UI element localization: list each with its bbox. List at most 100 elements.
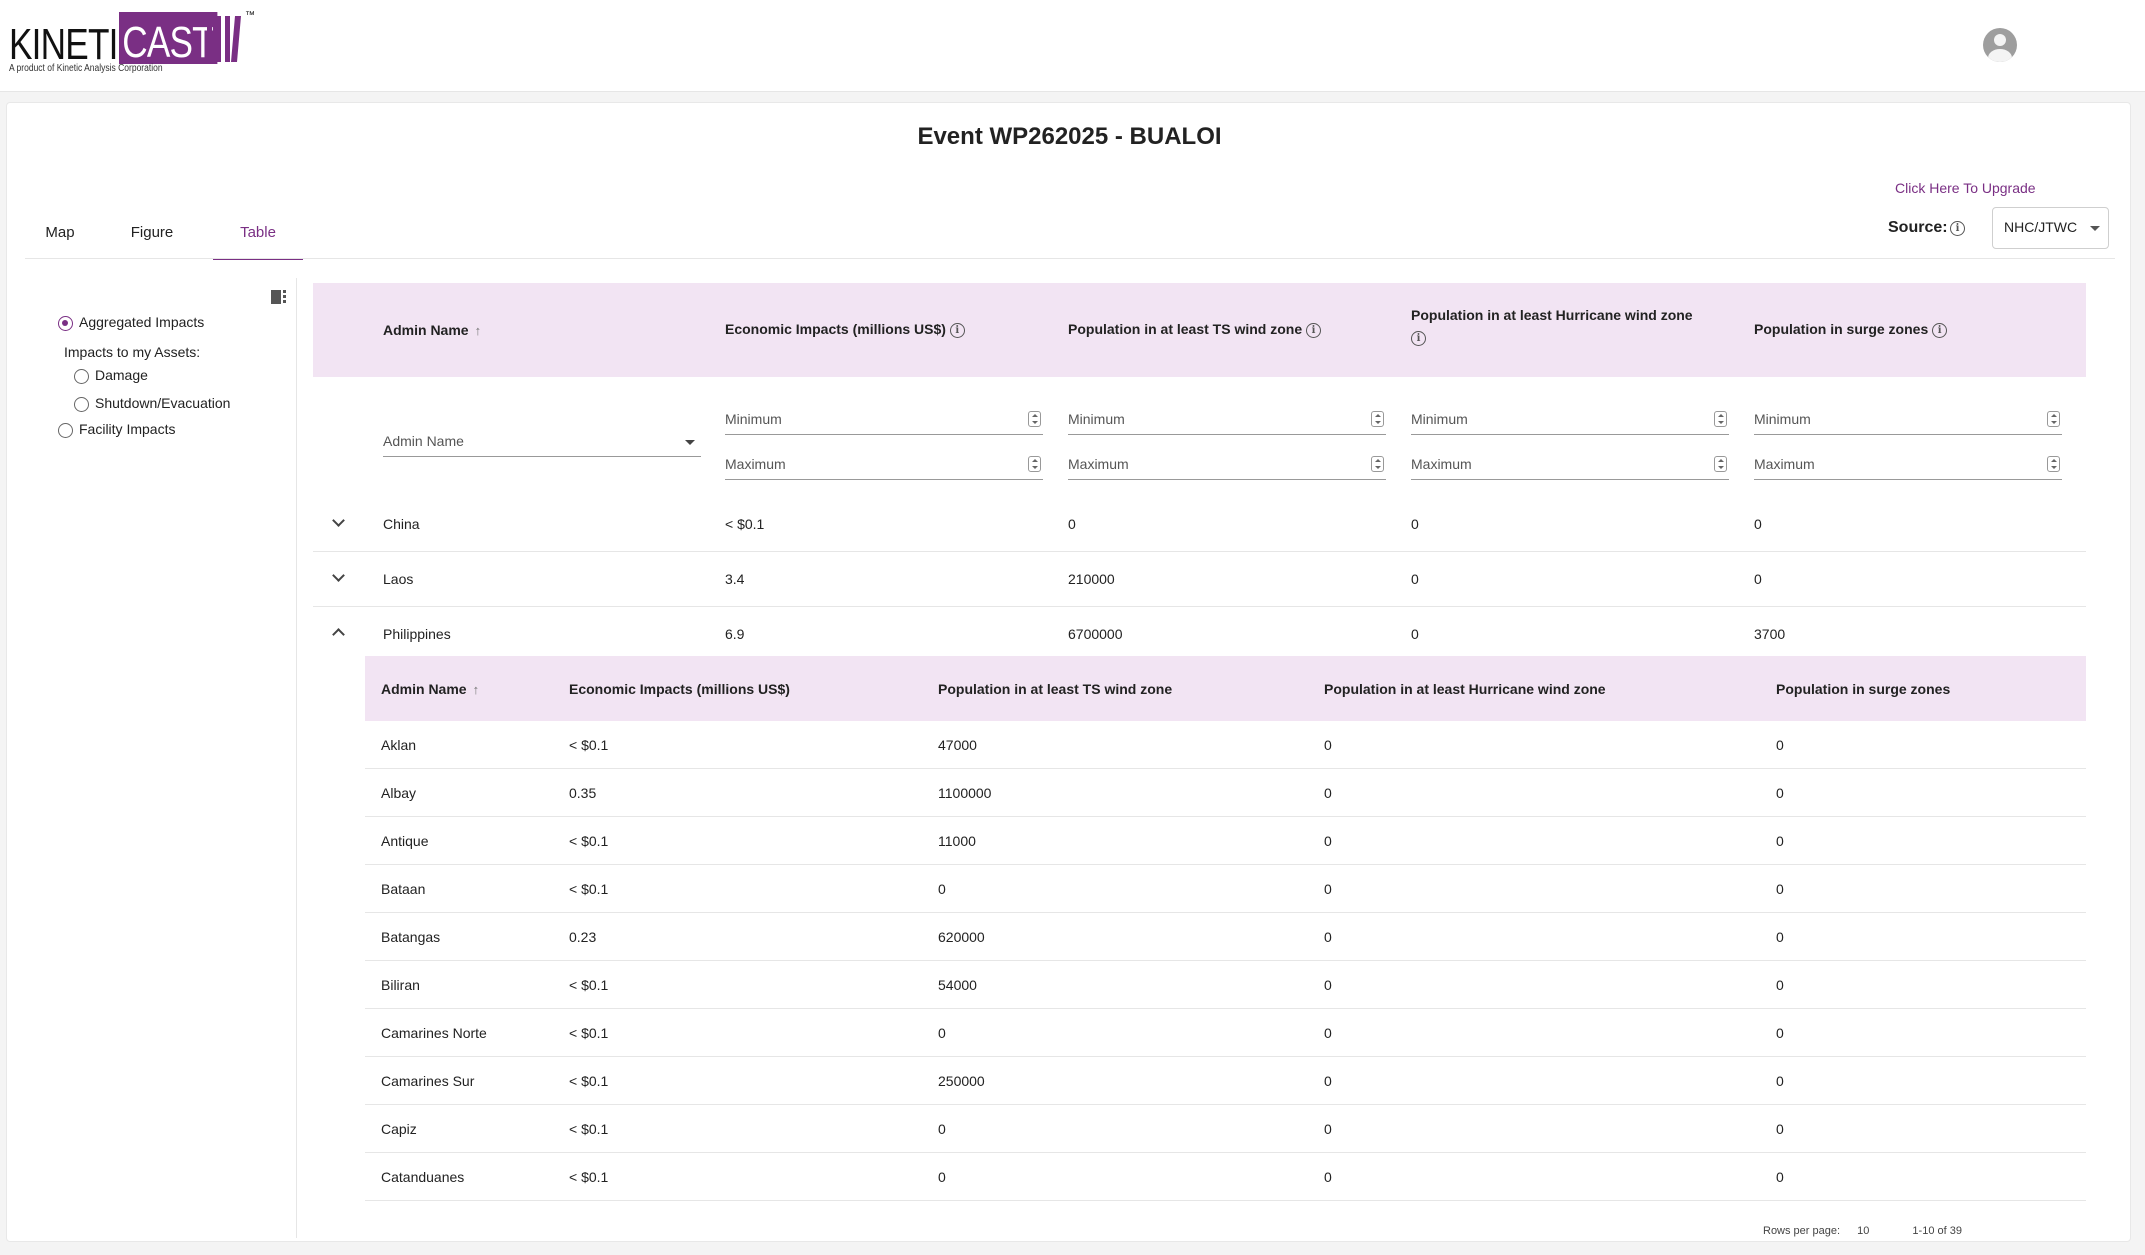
subtable-cell-name: Camarines Sur bbox=[381, 1073, 475, 1089]
subtable-cell-surge: 0 bbox=[1776, 1073, 1784, 1089]
subtable-cell-hurricane: 0 bbox=[1324, 1121, 1332, 1137]
subtable-header: Admin Name ↑ Economic Impacts (millions U… bbox=[365, 656, 2086, 721]
source-select[interactable]: NHC/JTWC bbox=[1992, 207, 2109, 249]
subtable-cell-ts: 47000 bbox=[938, 737, 977, 753]
stepper-icon[interactable] bbox=[2047, 456, 2060, 472]
stepper-icon[interactable] bbox=[1371, 456, 1384, 472]
header-economic-impacts[interactable]: Economic Impacts (millions US$) i bbox=[725, 319, 965, 339]
rows-per-page-select[interactable]: 10 bbox=[1857, 1225, 1869, 1237]
subtable-cell-hurricane: 0 bbox=[1324, 977, 1332, 993]
kineticast-logo[interactable]: KINETI CAST ™ A product of Kinetic Analy… bbox=[9, 10, 269, 82]
tab-figure[interactable]: Figure bbox=[107, 206, 197, 260]
surge-min-input[interactable]: Minimum bbox=[1754, 409, 2062, 435]
sort-arrow-up-icon: ↑ bbox=[472, 682, 480, 697]
subtable-cell-hurricane: 0 bbox=[1324, 785, 1332, 801]
subheader-economic-impacts[interactable]: Economic Impacts (millions US$) bbox=[569, 679, 790, 699]
subtable-cell-hurricane: 0 bbox=[1324, 929, 1332, 945]
subtable-row: Aklan < $0.1 47000 0 0 bbox=[365, 721, 2086, 769]
header-hurricane-wind-zone[interactable]: Population in at least Hurricane wind zo… bbox=[1411, 305, 1711, 346]
radio-aggregated-impacts[interactable]: Aggregated Impacts bbox=[58, 314, 204, 331]
subtable-cell-ts: 54000 bbox=[938, 977, 977, 993]
admin-name-filter[interactable]: Admin Name bbox=[383, 431, 701, 457]
subtable-row: Biliran < $0.1 54000 0 0 bbox=[365, 961, 2086, 1009]
logo-bars-icon bbox=[207, 16, 241, 62]
hurricane-max-input[interactable]: Maximum bbox=[1411, 454, 1729, 480]
subtable-row: Bataan < $0.1 0 0 0 bbox=[365, 865, 2086, 913]
stepper-icon[interactable] bbox=[1371, 411, 1384, 427]
stepper-icon[interactable] bbox=[1028, 456, 1041, 472]
subtable-cell-ts: 0 bbox=[938, 881, 946, 897]
radio-label: Facility Impacts bbox=[79, 421, 176, 437]
chevron-down-icon bbox=[2090, 226, 2100, 231]
radio-damage[interactable]: Damage bbox=[74, 367, 148, 384]
collapse-chevron-up-icon[interactable] bbox=[332, 625, 344, 637]
logo-text-cast: CAST bbox=[119, 12, 218, 67]
subtable-cell-hurricane: 0 bbox=[1324, 1169, 1332, 1185]
subtable-cell-econ: < $0.1 bbox=[569, 881, 609, 897]
econ-max-input[interactable]: Maximum bbox=[725, 454, 1043, 480]
table-row-laos[interactable]: Laos 3.4 210000 0 0 bbox=[313, 552, 2086, 607]
subtable-cell-name: Albay bbox=[381, 785, 417, 801]
subheader-hurricane-wind-zone[interactable]: Population in at least Hurricane wind zo… bbox=[1324, 679, 1606, 699]
hurricane-min-input[interactable]: Minimum bbox=[1411, 409, 1729, 435]
main-panel: Event WP262025 - BUALOI Click Here To Up… bbox=[6, 102, 2131, 1242]
header-surge-zones[interactable]: Population in surge zones i bbox=[1754, 319, 1948, 339]
subtable-cell-surge: 0 bbox=[1776, 833, 1784, 849]
subtable-cell-name: Batangas bbox=[381, 929, 441, 945]
ts-max-input[interactable]: Maximum bbox=[1068, 454, 1386, 480]
radio-shutdown-evacuation[interactable]: Shutdown/Evacuation bbox=[74, 395, 230, 412]
radio-label: Aggregated Impacts bbox=[79, 314, 205, 330]
subheader-ts-wind-zone[interactable]: Population in at least TS wind zone bbox=[938, 679, 1172, 699]
header-admin-name[interactable]: Admin Name ↑ bbox=[383, 320, 481, 341]
stepper-icon[interactable] bbox=[1714, 411, 1727, 427]
collapse-sidebar-icon[interactable] bbox=[271, 290, 287, 304]
page-range: 1-10 of 39 bbox=[1912, 1225, 1962, 1237]
subtable-cell-econ: 0.23 bbox=[569, 929, 597, 945]
stepper-icon[interactable] bbox=[2047, 411, 2060, 427]
stepper-icon[interactable] bbox=[1714, 456, 1727, 472]
expand-chevron-down-icon[interactable] bbox=[332, 570, 344, 582]
subtable-cell-econ: < $0.1 bbox=[569, 977, 609, 993]
subtable-row: Batangas 0.23 620000 0 0 bbox=[365, 913, 2086, 961]
upgrade-link[interactable]: Click Here To Upgrade bbox=[1895, 180, 2036, 196]
econ-min-input[interactable]: Minimum bbox=[725, 409, 1043, 435]
subtable-cell-ts: 0 bbox=[938, 1025, 946, 1041]
source-select-value: NHC/JTWC bbox=[2004, 219, 2078, 235]
subtable-cell-surge: 0 bbox=[1776, 1025, 1784, 1041]
subheader-surge-zones[interactable]: Population in surge zones bbox=[1776, 679, 1950, 699]
tab-map[interactable]: Map bbox=[25, 206, 95, 260]
subtable-cell-surge: 0 bbox=[1776, 977, 1784, 993]
subtable-cell-surge: 0 bbox=[1776, 881, 1784, 897]
ts-min-input[interactable]: Minimum bbox=[1068, 409, 1386, 435]
tab-table[interactable]: Table bbox=[213, 206, 303, 260]
expand-chevron-down-icon[interactable] bbox=[332, 515, 344, 527]
header-ts-wind-zone[interactable]: Population in at least TS wind zone i bbox=[1068, 319, 1322, 339]
subheader-admin-name[interactable]: Admin Name ↑ bbox=[381, 679, 479, 700]
subtable-cell-surge: 0 bbox=[1776, 1121, 1784, 1137]
radio-icon bbox=[74, 368, 89, 384]
subtable-cell-hurricane: 0 bbox=[1324, 1073, 1332, 1089]
user-avatar-icon[interactable] bbox=[1983, 28, 2017, 62]
subtable-cell-surge: 0 bbox=[1776, 785, 1784, 801]
radio-selected-icon bbox=[58, 315, 73, 331]
subtable-cell-econ: < $0.1 bbox=[569, 1073, 609, 1089]
source-info-icon[interactable]: i bbox=[1950, 221, 1965, 236]
info-icon[interactable]: i bbox=[1932, 322, 1948, 338]
info-icon[interactable]: i bbox=[949, 322, 965, 338]
radio-label: Shutdown/Evacuation bbox=[95, 395, 231, 411]
table-row-china[interactable]: China < $0.1 0 0 0 bbox=[313, 497, 2086, 552]
pagination: Rows per page: 10 1-10 of 39 bbox=[1763, 1225, 2093, 1255]
radio-facility-impacts[interactable]: Facility Impacts bbox=[58, 421, 175, 438]
subtable-cell-ts: 620000 bbox=[938, 929, 985, 945]
subtable-cell-econ: < $0.1 bbox=[569, 1121, 609, 1137]
surge-max-input[interactable]: Maximum bbox=[1754, 454, 2062, 480]
info-icon[interactable]: i bbox=[1411, 330, 1426, 346]
stepper-icon[interactable] bbox=[1028, 411, 1041, 427]
impact-type-sidebar: Aggregated Impacts Impacts to my Assets:… bbox=[25, 278, 297, 1238]
table-row-philippines[interactable]: Philippines 6.9 6700000 0 3700 bbox=[313, 607, 2086, 662]
subtable-cell-name: Catanduanes bbox=[381, 1169, 465, 1185]
rows-per-page-label: Rows per page: bbox=[1763, 1225, 1841, 1237]
filter-placeholder: Admin Name bbox=[383, 433, 464, 449]
radio-icon bbox=[58, 422, 73, 438]
info-icon[interactable]: i bbox=[1306, 322, 1322, 338]
